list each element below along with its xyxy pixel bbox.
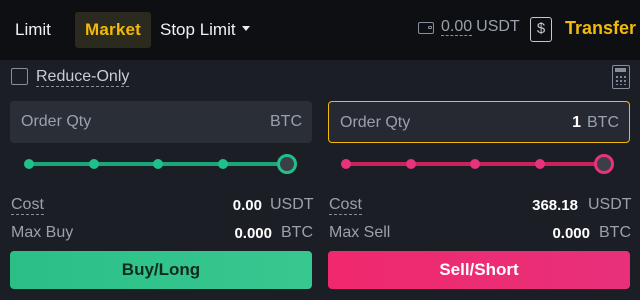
tab-limit[interactable]: Limit bbox=[15, 12, 51, 48]
sell-qty-slider[interactable] bbox=[340, 152, 614, 176]
max-buy-value: 0.000 bbox=[234, 225, 272, 242]
sell-cost-unit: USDT bbox=[588, 196, 632, 213]
buy-slider-handle[interactable] bbox=[277, 154, 297, 174]
buy-qty-unit: BTC bbox=[270, 113, 302, 130]
wallet-icon bbox=[418, 22, 434, 34]
balance-amount: 0.00 bbox=[441, 18, 473, 36]
reduce-only-label[interactable]: Reduce-Only bbox=[36, 68, 130, 87]
buy-slider-step-75[interactable] bbox=[217, 159, 228, 169]
sell-slider-step-0[interactable] bbox=[341, 159, 351, 169]
max-sell-value: 0.000 bbox=[552, 225, 590, 242]
sell-qty-unit: BTC bbox=[587, 114, 619, 131]
max-sell-unit: BTC bbox=[599, 224, 631, 241]
sell-slider-handle[interactable] bbox=[594, 154, 614, 174]
max-buy-unit: BTC bbox=[281, 224, 313, 241]
calculator-icon[interactable] bbox=[612, 65, 630, 89]
calculator-screen bbox=[615, 68, 626, 72]
transfer-icon[interactable]: $ bbox=[530, 17, 552, 42]
buy-slider-step-0[interactable] bbox=[24, 159, 34, 169]
caret-down-icon bbox=[241, 26, 250, 32]
reduce-only-checkbox[interactable] bbox=[11, 68, 28, 85]
sell-slider-step-25[interactable] bbox=[405, 159, 416, 169]
transfer-button[interactable]: Transfer bbox=[565, 18, 636, 39]
tab-stop-limit[interactable]: Stop Limit bbox=[160, 12, 250, 48]
max-buy-label: Max Buy bbox=[11, 224, 74, 241]
sell-cost-label: Cost bbox=[329, 196, 362, 215]
sell-cost-value: 368.18 bbox=[532, 197, 578, 214]
buy-cost-unit: USDT bbox=[270, 196, 314, 213]
buy-slider-step-25[interactable] bbox=[88, 159, 99, 169]
sell-order-qty-input[interactable]: Order Qty 1 BTC bbox=[328, 101, 630, 143]
tab-stop-limit-label: Stop Limit bbox=[160, 20, 236, 39]
sell-short-button[interactable]: Sell/Short bbox=[328, 251, 630, 289]
buy-qty-slider[interactable] bbox=[23, 152, 297, 176]
buy-slider-step-50[interactable] bbox=[153, 159, 163, 169]
sell-order-qty-value: 1 bbox=[572, 114, 581, 131]
calculator-keys bbox=[615, 75, 626, 85]
available-balance: 0.00 USDT bbox=[441, 18, 520, 36]
sell-order-qty-placeholder: Order Qty bbox=[340, 114, 411, 131]
buy-order-qty-input[interactable]: Order Qty BTC bbox=[10, 101, 312, 143]
order-type-bar: Limit Market Stop Limit 0.00 USDT $ Trans… bbox=[0, 0, 640, 60]
buy-cost-value: 0.00 bbox=[232, 197, 262, 214]
buy-cost-label: Cost bbox=[11, 196, 44, 215]
sell-slider-step-75[interactable] bbox=[534, 159, 545, 169]
balance-currency: USDT bbox=[476, 18, 520, 35]
buy-long-button[interactable]: Buy/Long bbox=[10, 251, 312, 289]
tab-market[interactable]: Market bbox=[75, 12, 151, 48]
buy-order-qty-placeholder: Order Qty bbox=[21, 113, 92, 130]
max-sell-label: Max Sell bbox=[329, 224, 391, 241]
sell-slider-step-50[interactable] bbox=[470, 159, 480, 169]
